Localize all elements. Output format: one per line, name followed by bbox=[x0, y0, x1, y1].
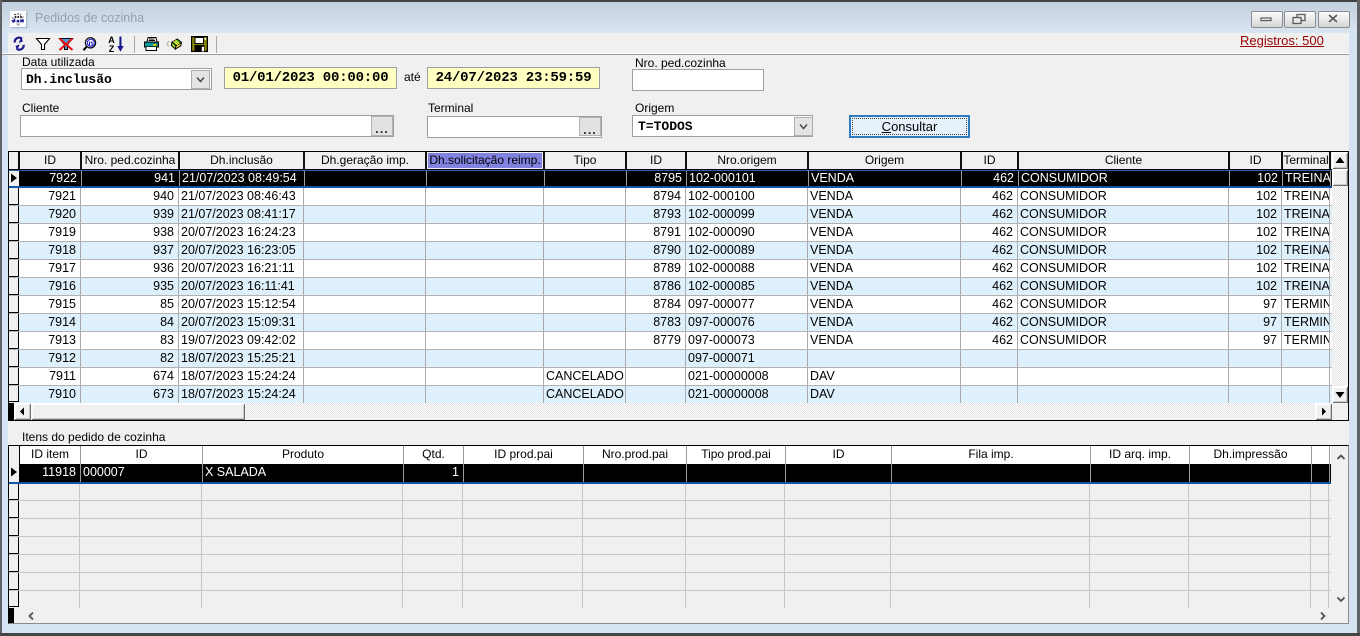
svg-text:Z: Z bbox=[109, 44, 115, 53]
svg-text:n: n bbox=[89, 39, 94, 48]
